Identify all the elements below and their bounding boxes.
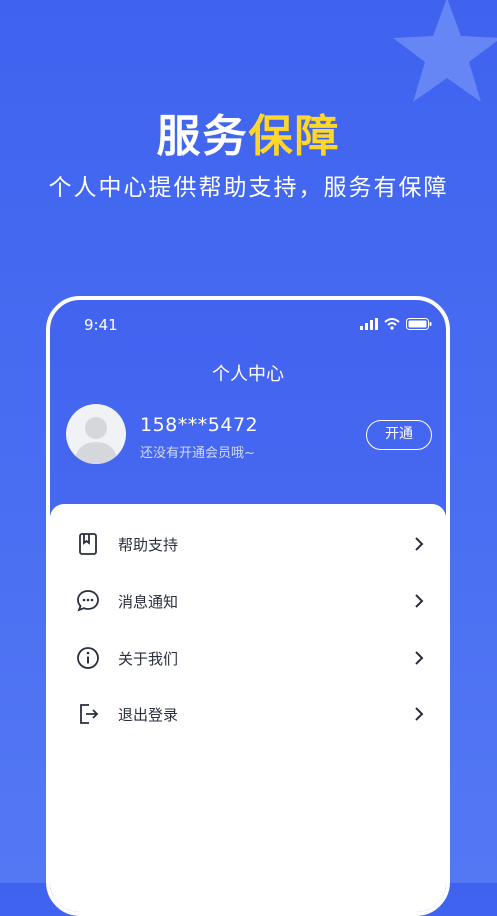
- battery-icon: [406, 318, 432, 330]
- user-phone: 158***5472: [140, 414, 259, 436]
- menu-list: 帮助支持 消息通知 关于我们 退出登录: [50, 504, 446, 912]
- chat-bubble-icon: [77, 590, 99, 612]
- membership-hint: 还没有开通会员哦~: [140, 446, 255, 461]
- chevron-right-icon: [415, 537, 424, 551]
- signal-icon: [360, 318, 378, 330]
- menu-label-logout: 退出登录: [118, 706, 179, 724]
- subheadline: 个人中心提供帮助支持，服务有保障: [48, 175, 449, 201]
- info-icon: [77, 647, 99, 669]
- phone-frame: 9:41 个人中心 158***5472 还没有开通会员哦~ 开通 帮助支持 消…: [46, 296, 450, 916]
- headline-part1: 服务: [156, 111, 249, 162]
- chevron-right-icon: [415, 594, 424, 608]
- chevron-right-icon: [415, 651, 424, 665]
- avatar[interactable]: [66, 404, 126, 464]
- status-bar: 9:41: [50, 316, 446, 338]
- status-icons: [360, 318, 432, 330]
- chevron-right-icon: [415, 707, 424, 721]
- status-time: 9:41: [84, 316, 118, 334]
- menu-label-notifications: 消息通知: [118, 593, 179, 611]
- headline: 服务保障: [0, 100, 497, 164]
- menu-label-help: 帮助支持: [118, 536, 179, 554]
- menu-item-about[interactable]: 关于我们: [50, 638, 446, 678]
- menu-label-about: 关于我们: [118, 650, 179, 668]
- menu-item-logout[interactable]: 退出登录: [50, 694, 446, 734]
- book-icon: [79, 533, 97, 555]
- logout-icon: [80, 704, 99, 724]
- headline-highlight: 保障: [248, 111, 341, 162]
- open-membership-button[interactable]: 开通: [366, 420, 432, 450]
- user-silhouette-icon: [74, 417, 118, 464]
- menu-item-help[interactable]: 帮助支持: [50, 524, 446, 564]
- menu-item-notifications[interactable]: 消息通知: [50, 581, 446, 621]
- page-title: 个人中心: [212, 364, 284, 385]
- star-decoration-icon: [393, 0, 497, 102]
- wifi-icon: [384, 318, 400, 330]
